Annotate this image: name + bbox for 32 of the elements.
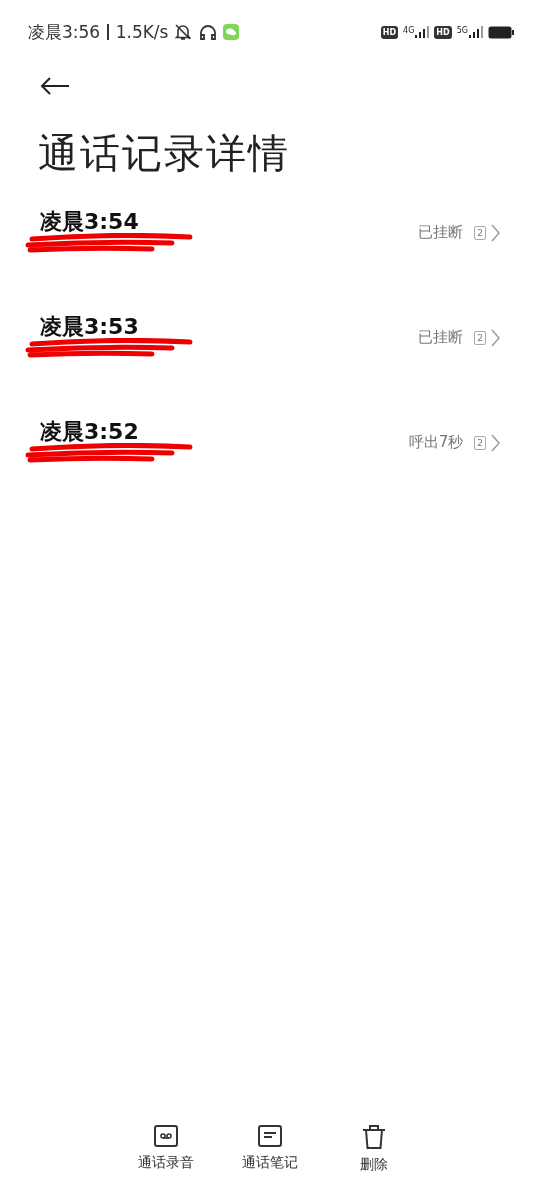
headphones-icon	[198, 22, 219, 42]
network-type: 5G	[456, 26, 468, 35]
signal-icon	[415, 26, 430, 38]
sim-badge: 2	[474, 435, 486, 450]
page-title: 通话记录详情	[38, 129, 291, 178]
note-button[interactable]: 通话笔记	[229, 1124, 311, 1174]
sim-badge: 2	[474, 330, 486, 345]
call-status: 已挂断	[418, 223, 464, 242]
status-time: 凌晨3:56	[28, 20, 101, 44]
signal-icon	[469, 26, 483, 38]
call-time: 凌晨3:52	[40, 418, 140, 446]
sim-badge: 2	[474, 225, 486, 240]
tape-icon	[153, 1124, 179, 1148]
call-time: 凌晨3:54	[40, 208, 140, 236]
trash-icon	[361, 1124, 387, 1150]
chevron-right-icon[interactable]	[491, 328, 500, 347]
bell-off-icon	[173, 22, 194, 42]
hd-badge: HD	[380, 25, 399, 39]
call-status: 呼出7秒	[408, 433, 464, 452]
call-time: 凌晨3:53	[40, 313, 140, 341]
call-status: 已挂断	[418, 328, 464, 347]
back-arrow-icon[interactable]	[40, 76, 70, 96]
network-speed: 1.5K/s	[115, 22, 169, 42]
chevron-right-icon[interactable]	[491, 433, 500, 452]
chat-app-icon	[223, 24, 240, 40]
battery-icon	[488, 25, 514, 39]
network-type: 4G	[403, 26, 415, 35]
note-icon	[257, 1124, 283, 1148]
hd-badge: HD	[434, 25, 452, 39]
recording-button[interactable]: 通话录音	[125, 1124, 207, 1174]
chevron-right-icon[interactable]	[491, 223, 500, 242]
delete-button[interactable]: 删除	[333, 1124, 415, 1174]
